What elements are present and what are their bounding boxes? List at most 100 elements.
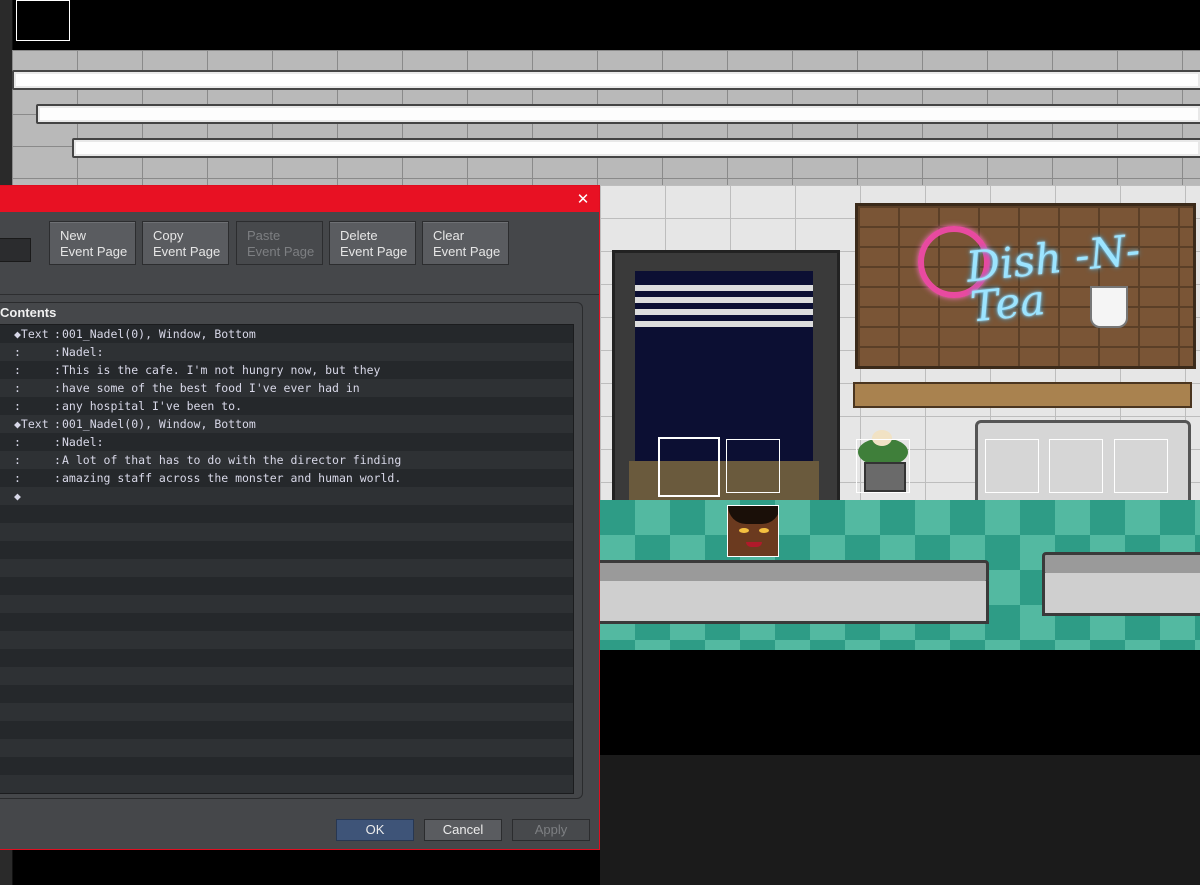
- map-lower-area: [600, 755, 1200, 885]
- neon-sign-text: Dish -N-Tea: [963, 224, 1143, 332]
- command-name: ◆: [14, 489, 21, 503]
- npc-eye: [759, 528, 769, 533]
- button-label-line2: Event Page: [60, 244, 128, 259]
- paste-event-page-button[interactable]: Paste Event Page: [236, 221, 323, 265]
- window-blind: [635, 309, 813, 315]
- empty-row: [0, 667, 573, 685]
- command-separator: :: [54, 381, 61, 395]
- command-row[interactable]: ◆: [0, 487, 573, 505]
- empty-row: [0, 703, 573, 721]
- command-row[interactable]: :: amazing staff across the monster and h…: [0, 469, 573, 487]
- command-text: amazing staff across the monster and hum…: [62, 471, 402, 485]
- command-separator: :: [54, 471, 61, 485]
- empty-row: [0, 505, 573, 523]
- event-marker[interactable]: [985, 439, 1039, 493]
- command-text: Nadel:: [62, 435, 104, 449]
- ok-button[interactable]: OK: [336, 819, 414, 841]
- empty-row: [0, 757, 573, 775]
- command-row[interactable]: ◆Text:001_Nadel(0), Window, Bottom: [0, 325, 573, 343]
- window-blind: [635, 321, 813, 327]
- clear-event-page-button[interactable]: Clear Event Page: [422, 221, 509, 265]
- command-separator: :: [54, 345, 61, 359]
- command-separator: :: [54, 435, 61, 449]
- command-separator: :: [54, 417, 61, 431]
- button-label-line1: Paste: [247, 228, 281, 243]
- command-separator: :: [54, 399, 61, 413]
- neon-cup-icon: [1090, 286, 1128, 328]
- command-text: This is the cafe. I'm not hungry now, bu…: [62, 363, 381, 377]
- brick-sign-wall: Dish -N-Tea: [855, 203, 1196, 369]
- empty-row: [0, 577, 573, 595]
- command-row[interactable]: ◆Text:001_Nadel(0), Window, Bottom: [0, 415, 573, 433]
- event-marker[interactable]: [1114, 439, 1168, 493]
- apply-button[interactable]: Apply: [512, 819, 590, 841]
- button-label-line1: Delete: [340, 228, 378, 243]
- ceiling-light: [36, 104, 1200, 124]
- command-row[interactable]: :: Nadel:: [0, 343, 573, 361]
- command-separator: :: [54, 363, 61, 377]
- cancel-button[interactable]: Cancel: [424, 819, 502, 841]
- event-editor-dialog: ✕ New Event Page Copy Event Page Paste E…: [0, 185, 600, 850]
- event-marker[interactable]: [1049, 439, 1103, 493]
- button-label-line1: Clear: [433, 228, 465, 243]
- button-label-line2: Event Page: [340, 244, 408, 259]
- window-blind: [635, 285, 813, 291]
- command-row[interactable]: ::A lot of that has to do with the direc…: [0, 451, 573, 469]
- delete-event-page-button[interactable]: Delete Event Page: [329, 221, 416, 265]
- command-text: 001_Nadel(0), Window, Bottom: [62, 417, 256, 431]
- command-row[interactable]: :: have some of the best food I've ever h…: [0, 379, 573, 397]
- command-text: A lot of that has to do with the directo…: [62, 453, 402, 467]
- command-row[interactable]: :: any hospital I've been to.: [0, 397, 573, 415]
- event-marker[interactable]: [658, 437, 720, 497]
- new-event-page-button[interactable]: New Event Page: [49, 221, 136, 265]
- wall-shelf: [853, 382, 1192, 408]
- command-text: have some of the best food I've ever had…: [62, 381, 360, 395]
- button-label-line2: Event Page: [247, 244, 315, 259]
- event-command-list[interactable]: ◆Text:001_Nadel(0), Window, Bottom :: Nad…: [0, 324, 574, 794]
- contents-label: Contents: [0, 305, 57, 320]
- npc-eye: [739, 528, 749, 533]
- empty-row: [0, 595, 573, 613]
- event-marker[interactable]: [856, 439, 910, 493]
- command-name: :: [14, 399, 21, 413]
- empty-row: [0, 613, 573, 631]
- empty-row: [0, 649, 573, 667]
- empty-row: [0, 685, 573, 703]
- button-label-line1: New: [60, 228, 87, 243]
- cafe-ceiling: [12, 50, 1200, 185]
- ceiling-light: [72, 138, 1200, 158]
- command-name: :: [14, 345, 21, 359]
- empty-row: [0, 721, 573, 739]
- button-label-line2: Event Page: [433, 244, 501, 259]
- event-marker[interactable]: [726, 439, 780, 493]
- command-text: 001_Nadel(0), Window, Bottom: [62, 327, 256, 341]
- button-label-line1: Copy: [153, 228, 184, 243]
- toolbar-divider: [0, 294, 599, 295]
- close-icon[interactable]: ✕: [573, 189, 593, 209]
- empty-row: [0, 541, 573, 559]
- cafe-table-front: [1042, 573, 1200, 616]
- event-name-field[interactable]: [0, 238, 31, 262]
- command-name: :: [14, 471, 21, 485]
- dialog-titlebar[interactable]: ✕: [0, 186, 599, 212]
- map-void: [600, 650, 1200, 755]
- doorway-glass: [635, 271, 813, 461]
- cafe-table-front: [590, 581, 989, 624]
- npc-nadel-event[interactable]: [727, 505, 779, 557]
- command-name: :: [14, 363, 21, 377]
- empty-row: [0, 775, 573, 793]
- window-blind: [635, 297, 813, 303]
- command-text: any hospital I've been to.: [62, 399, 243, 413]
- command-separator: :: [54, 453, 61, 467]
- command-name: ◆Text: [14, 327, 49, 341]
- empty-row: [0, 559, 573, 577]
- command-name: :: [14, 381, 21, 395]
- command-name: ◆Text: [14, 417, 49, 431]
- copy-event-page-button[interactable]: Copy Event Page: [142, 221, 229, 265]
- tile-selector-box[interactable]: [16, 0, 70, 41]
- command-text: Nadel:: [62, 345, 104, 359]
- npc-mouth: [746, 542, 762, 547]
- command-separator: :: [54, 327, 61, 341]
- command-row[interactable]: :: Nadel:: [0, 433, 573, 451]
- command-row[interactable]: :: This is the cafe. I'm not hungry now, …: [0, 361, 573, 379]
